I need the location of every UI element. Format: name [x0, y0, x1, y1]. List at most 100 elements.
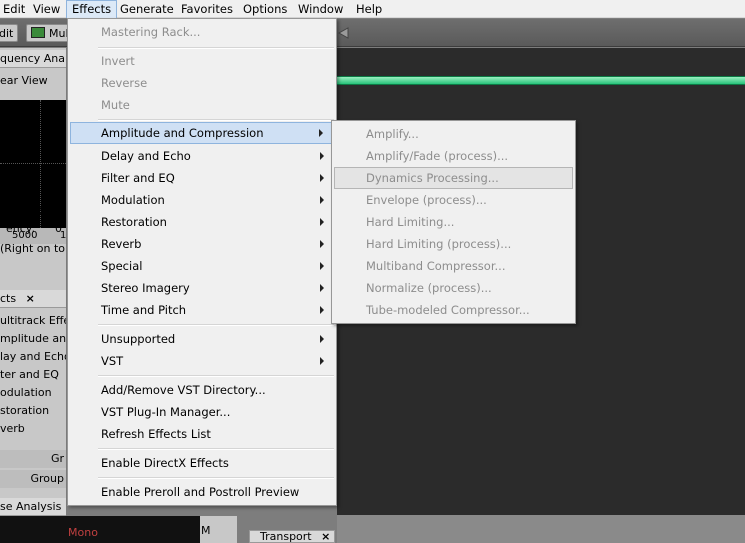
transport-tab[interactable]: Transport ×: [249, 530, 335, 543]
menu-view[interactable]: View: [28, 0, 65, 18]
submenu-arrow-icon: [320, 218, 324, 226]
submenu-arrow-icon: [320, 174, 324, 182]
menu-item-label: Mastering Rack...: [101, 25, 201, 39]
menu-separator: [98, 477, 334, 479]
submenu-item-tube-modeled-compressor[interactable]: Tube-modeled Compressor...: [334, 299, 573, 321]
submenu-item-amplify[interactable]: Amplify...: [334, 123, 573, 145]
submenu-item-label: Hard Limiting (process)...: [366, 237, 512, 251]
graph-gridline: [0, 163, 66, 164]
menu-item-enable-preroll-postroll-preview[interactable]: Enable Preroll and Postroll Preview: [70, 481, 334, 503]
channel-order-label: (Right on top): [0, 242, 66, 255]
menu-item-label: Reverb: [101, 237, 142, 251]
menu-item-vst-plugin-manager[interactable]: VST Plug-In Manager...: [70, 401, 334, 423]
effects-tab-label: cts: [0, 292, 17, 305]
submenu-item-envelope[interactable]: Envelope (process)...: [334, 189, 573, 211]
submenu-item-label: Amplify/Fade (process)...: [366, 149, 509, 163]
menu-item-label: VST: [101, 354, 124, 368]
submenu-item-amplify-fade[interactable]: Amplify/Fade (process)...: [334, 145, 573, 167]
multitrack-icon: [31, 27, 45, 38]
phase-analysis-tab[interactable]: se Analysis: [0, 498, 66, 516]
menu-separator: [98, 47, 334, 49]
menu-item-mastering-rack[interactable]: Mastering Rack...: [70, 21, 334, 43]
effects-list-item[interactable]: ultitrack Effe: [0, 312, 66, 330]
submenu-arrow-icon: [320, 335, 324, 343]
mono-label: Mono: [68, 526, 98, 539]
menu-effects[interactable]: Effects: [66, 0, 118, 18]
effects-list-item[interactable]: verb: [0, 420, 66, 438]
group-button[interactable]: Group: [0, 470, 66, 488]
menu-item-delay-and-echo[interactable]: Delay and Echo: [70, 145, 334, 167]
menu-item-reverb[interactable]: Reverb: [70, 233, 334, 255]
timeline-bar[interactable]: [337, 76, 745, 85]
effects-list-item[interactable]: mplitude and: [0, 330, 66, 348]
menu-item-time-and-pitch[interactable]: Time and Pitch: [70, 299, 334, 321]
close-icon[interactable]: ×: [26, 292, 35, 305]
effects-tab[interactable]: cts ×: [0, 290, 66, 308]
effects-menu: Mastering Rack... Invert Reverse Mute Am…: [67, 18, 337, 506]
menu-item-vst[interactable]: VST: [70, 350, 334, 372]
menu-edit[interactable]: Edit: [0, 0, 30, 18]
submenu-item-label: Hard Limiting...: [366, 215, 455, 229]
submenu-item-dynamics-processing[interactable]: Dynamics Processing...: [334, 167, 573, 189]
menu-item-mute[interactable]: Mute: [70, 94, 334, 116]
menu-generate[interactable]: Generate: [115, 0, 179, 18]
effects-list-item[interactable]: odulation: [0, 384, 66, 402]
menu-item-modulation[interactable]: Modulation: [70, 189, 334, 211]
frequency-analysis-tab[interactable]: quency Analysi: [0, 50, 66, 68]
menu-options[interactable]: Options: [238, 0, 292, 18]
menu-item-label: Stereo Imagery: [101, 281, 190, 295]
submenu-arrow-icon: [320, 152, 324, 160]
submenu-arrow-icon: [320, 240, 324, 248]
menu-item-stereo-imagery[interactable]: Stereo Imagery: [70, 277, 334, 299]
effects-list-item[interactable]: ter and EQ: [0, 366, 66, 384]
submenu-item-multiband-compressor[interactable]: Multiband Compressor...: [334, 255, 573, 277]
menu-favorites[interactable]: Favorites: [176, 0, 238, 18]
menu-item-refresh-effects-list[interactable]: Refresh Effects List: [70, 423, 334, 445]
toolbar-arrow-icon[interactable]: [337, 27, 350, 39]
linear-view-label[interactable]: ear View: [0, 72, 66, 90]
edit-view-label: dit: [0, 27, 14, 40]
close-icon[interactable]: ×: [321, 530, 330, 543]
menu-item-label: Time and Pitch: [101, 303, 187, 317]
submenu-item-label: Dynamics Processing...: [366, 171, 499, 185]
menu-item-label: Delay and Echo: [101, 149, 191, 163]
effects-list-item[interactable]: lay and Echo: [0, 348, 66, 366]
menu-item-label: Refresh Effects List: [101, 427, 211, 441]
frequency-value: 20020 Hz,: [14, 204, 66, 217]
menu-item-amplitude-and-compression[interactable]: Amplitude and Compression: [70, 122, 334, 144]
amplitude-compression-submenu: Amplify... Amplify/Fade (process)... Dyn…: [331, 120, 576, 324]
menu-item-restoration[interactable]: Restoration: [70, 211, 334, 233]
submenu-item-hard-limiting[interactable]: Hard Limiting...: [334, 211, 573, 233]
bottom-strip: [337, 515, 745, 543]
menu-window[interactable]: Window: [293, 0, 348, 18]
submenu-arrow-icon: [320, 306, 324, 314]
transport-label: Transport: [260, 530, 312, 543]
submenu-arrow-icon: [319, 129, 323, 137]
menu-item-label: Enable Preroll and Postroll Preview: [101, 485, 300, 499]
menu-separator: [98, 375, 334, 377]
submenu-item-normalize[interactable]: Normalize (process)...: [334, 277, 573, 299]
edit-view-button[interactable]: dit: [0, 24, 19, 42]
menu-item-special[interactable]: Special: [70, 255, 334, 277]
menu-item-enable-directx-effects[interactable]: Enable DirectX Effects: [70, 452, 334, 474]
menu-item-unsupported[interactable]: Unsupported: [70, 328, 334, 350]
menu-item-filter-and-eq[interactable]: Filter and EQ: [70, 167, 334, 189]
group-button[interactable]: Gr: [0, 450, 66, 468]
menu-separator: [98, 119, 334, 121]
menu-item-label: Modulation: [101, 193, 165, 207]
menu-item-label: Reverse: [101, 76, 148, 90]
menu-item-reverse[interactable]: Reverse: [70, 72, 334, 94]
menu-bar: Edit View Effects Generate Favorites Opt…: [0, 0, 745, 18]
latency-value: 0: [55, 222, 62, 235]
menu-item-add-remove-vst-directory[interactable]: Add/Remove VST Directory...: [70, 379, 334, 401]
menu-item-label: Invert: [101, 54, 135, 68]
effects-list-item[interactable]: storation: [0, 402, 66, 420]
menu-item-invert[interactable]: Invert: [70, 50, 334, 72]
menu-item-label: Filter and EQ: [101, 171, 175, 185]
menu-item-label: Add/Remove VST Directory...: [101, 383, 266, 397]
submenu-item-hard-limiting-process[interactable]: Hard Limiting (process)...: [334, 233, 573, 255]
submenu-arrow-icon: [320, 262, 324, 270]
multitrack-view-label: Mul: [49, 27, 69, 40]
menu-help[interactable]: Help: [351, 0, 387, 18]
menu-item-label: Unsupported: [101, 332, 176, 346]
